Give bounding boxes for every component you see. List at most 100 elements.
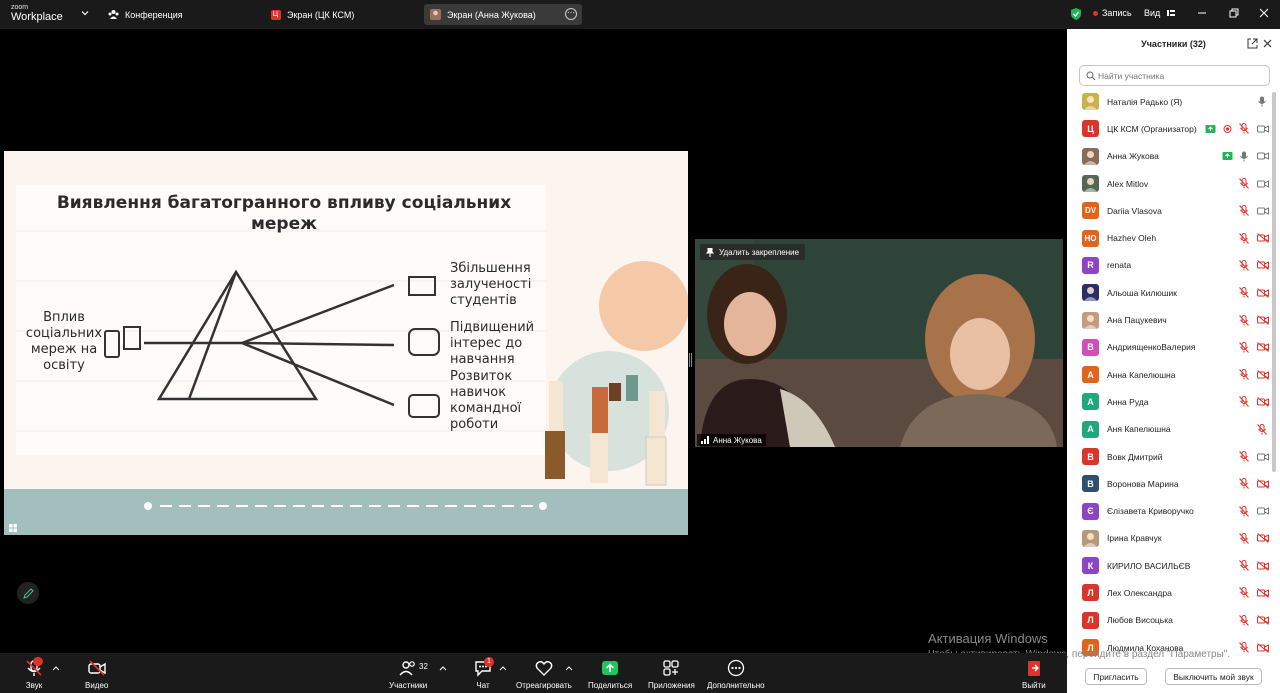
mic-icon[interactable] bbox=[1257, 96, 1267, 107]
mic-muted-icon[interactable] bbox=[1239, 314, 1249, 326]
mic-muted-icon[interactable] bbox=[1239, 178, 1249, 189]
invite-button[interactable]: Пригласить bbox=[1085, 668, 1147, 685]
participant-row[interactable]: В Воронова Марина bbox=[1067, 470, 1272, 497]
tab-conference[interactable]: Конференция bbox=[102, 4, 189, 25]
chevron-up-icon[interactable] bbox=[52, 665, 60, 671]
participant-name: КИРИЛО ВАСИЛЬЄВ bbox=[1107, 560, 1191, 571]
annotate-button[interactable] bbox=[17, 582, 39, 604]
participant-row[interactable]: Ірина Кравчук bbox=[1067, 525, 1272, 552]
video-icon[interactable] bbox=[1257, 506, 1269, 516]
mic-muted-icon[interactable] bbox=[1239, 369, 1249, 380]
mic-muted-icon[interactable] bbox=[1239, 560, 1249, 572]
participant-row[interactable]: Альоша Килюшик bbox=[1067, 279, 1272, 306]
mic-muted-icon[interactable] bbox=[1239, 642, 1249, 653]
video-icon[interactable] bbox=[1257, 124, 1269, 134]
mic-muted-icon[interactable] bbox=[1239, 451, 1249, 462]
video-off-icon[interactable] bbox=[1257, 478, 1269, 489]
leave-button[interactable]: Выйти bbox=[1022, 659, 1046, 690]
participant-row[interactable]: Анна Жукова bbox=[1067, 143, 1272, 170]
mic-muted-icon[interactable] bbox=[1239, 123, 1249, 135]
mic-muted-icon[interactable] bbox=[1239, 205, 1249, 217]
popout-icon[interactable] bbox=[1247, 38, 1258, 49]
video-off-icon[interactable] bbox=[1257, 342, 1269, 353]
mic-icon[interactable] bbox=[1239, 151, 1249, 162]
participant-row[interactable]: DV Dariia Vlasova bbox=[1067, 197, 1272, 224]
restore-icon[interactable] bbox=[1228, 7, 1240, 19]
video-off-icon[interactable] bbox=[1257, 615, 1269, 626]
mic-muted-icon[interactable] bbox=[1239, 287, 1249, 299]
participant-name: Любов Висоцька bbox=[1107, 615, 1173, 626]
participant-name: Єлізавета Криворучко bbox=[1107, 506, 1194, 517]
video-icon[interactable] bbox=[1257, 452, 1269, 462]
mic-muted-icon[interactable] bbox=[1239, 478, 1249, 490]
video-off-icon[interactable] bbox=[1257, 369, 1269, 380]
video-off-icon[interactable] bbox=[1257, 233, 1269, 244]
participant-row[interactable]: А Аня Капелюшна bbox=[1067, 416, 1272, 443]
video-off-icon[interactable] bbox=[1257, 287, 1269, 298]
mic-muted-icon[interactable] bbox=[1239, 341, 1249, 353]
share-button[interactable]: Поделиться bbox=[588, 659, 632, 690]
participant-name: Аня Капелюшна bbox=[1107, 424, 1171, 435]
avatar bbox=[1082, 175, 1099, 193]
mic-muted-icon[interactable] bbox=[1239, 614, 1249, 626]
more-button[interactable]: Дополнительно bbox=[707, 659, 765, 690]
react-button[interactable]: Отреагировать bbox=[516, 659, 572, 690]
participant-row[interactable]: Є Єлізавета Криворучко bbox=[1067, 497, 1272, 524]
video-icon[interactable] bbox=[1257, 151, 1269, 161]
participant-row[interactable]: Наталія Радько (Я) bbox=[1067, 88, 1272, 115]
split-handle[interactable] bbox=[689, 353, 692, 367]
participant-row[interactable]: В Вовк Дмитрий bbox=[1067, 443, 1272, 470]
participant-row[interactable]: В АндриященкоВалерия bbox=[1067, 334, 1272, 361]
participant-row[interactable]: Ц ЦК КСМ (Организатор) bbox=[1067, 115, 1272, 142]
chevron-down-icon[interactable] bbox=[80, 8, 90, 18]
participant-row[interactable]: А Анна Капелюшна bbox=[1067, 361, 1272, 388]
mic-muted-icon[interactable] bbox=[1239, 259, 1249, 271]
unpin-button[interactable]: Удалить закрепление bbox=[700, 244, 806, 260]
participant-row[interactable]: Rrenata bbox=[1067, 252, 1272, 279]
participant-row[interactable]: Л Лех Олександра bbox=[1067, 579, 1272, 606]
view-button[interactable]: Вид bbox=[1144, 8, 1175, 18]
mic-muted-icon[interactable] bbox=[1239, 505, 1249, 517]
mic-muted-icon[interactable] bbox=[1239, 587, 1249, 599]
participant-row[interactable]: Alex Mitlov bbox=[1067, 170, 1272, 197]
tab-screen-cksm[interactable]: Ц Экран (ЦК КСМ) bbox=[264, 4, 360, 25]
video-off-icon[interactable] bbox=[1257, 588, 1269, 598]
video-button[interactable]: Видео bbox=[85, 659, 108, 690]
video-frame bbox=[695, 239, 1063, 447]
video-off-icon[interactable] bbox=[1257, 397, 1269, 407]
chevron-up-icon[interactable] bbox=[565, 665, 573, 671]
participants-count: 32 bbox=[419, 662, 428, 671]
participant-row[interactable]: Ана Пацукевич bbox=[1067, 306, 1272, 333]
video-off-icon[interactable] bbox=[1257, 560, 1269, 571]
participant-row[interactable]: А Анна Руда bbox=[1067, 388, 1272, 415]
participant-row[interactable]: HO Hazhev Oleh bbox=[1067, 224, 1272, 251]
video-off-icon[interactable] bbox=[1257, 533, 1269, 544]
video-icon[interactable] bbox=[1257, 179, 1269, 189]
participant-name: Вовк Дмитрий bbox=[1107, 451, 1163, 462]
video-off-icon[interactable] bbox=[1257, 260, 1269, 271]
mic-muted-icon[interactable] bbox=[1239, 232, 1249, 244]
chevron-up-icon[interactable] bbox=[439, 665, 447, 671]
tab-screen-anna[interactable]: Экран (Анна Жукова) ··· bbox=[424, 4, 582, 25]
mute-self-button[interactable]: Выключить мой звук bbox=[1165, 668, 1262, 685]
video-off-icon[interactable] bbox=[1257, 315, 1269, 325]
mic-muted-icon[interactable] bbox=[1239, 396, 1249, 408]
security-shield-icon[interactable] bbox=[1070, 7, 1082, 21]
pinned-video-tile[interactable] bbox=[695, 239, 1063, 447]
participant-search-input[interactable]: Найти участника bbox=[1079, 65, 1270, 86]
chevron-up-icon[interactable] bbox=[499, 665, 507, 671]
recording-indicator[interactable]: Запись bbox=[1093, 8, 1132, 18]
video-icon[interactable] bbox=[1257, 206, 1269, 216]
close-icon[interactable] bbox=[1262, 38, 1273, 49]
close-icon[interactable] bbox=[1258, 7, 1270, 19]
avatar: Ц bbox=[1082, 120, 1099, 138]
apps-button[interactable]: Приложения bbox=[648, 659, 695, 690]
participant-row[interactable]: К КИРИЛО ВАСИЛЬЄВ bbox=[1067, 552, 1272, 579]
mic-muted-icon[interactable] bbox=[1257, 423, 1267, 435]
participant-row[interactable]: Л Любов Висоцька bbox=[1067, 607, 1272, 634]
mic-muted-icon[interactable] bbox=[1239, 532, 1249, 544]
minimize-icon[interactable] bbox=[1196, 7, 1208, 19]
scrollbar[interactable] bbox=[1272, 88, 1277, 498]
more-options-icon[interactable]: ··· bbox=[565, 8, 577, 20]
video-off-icon[interactable] bbox=[1257, 642, 1269, 653]
